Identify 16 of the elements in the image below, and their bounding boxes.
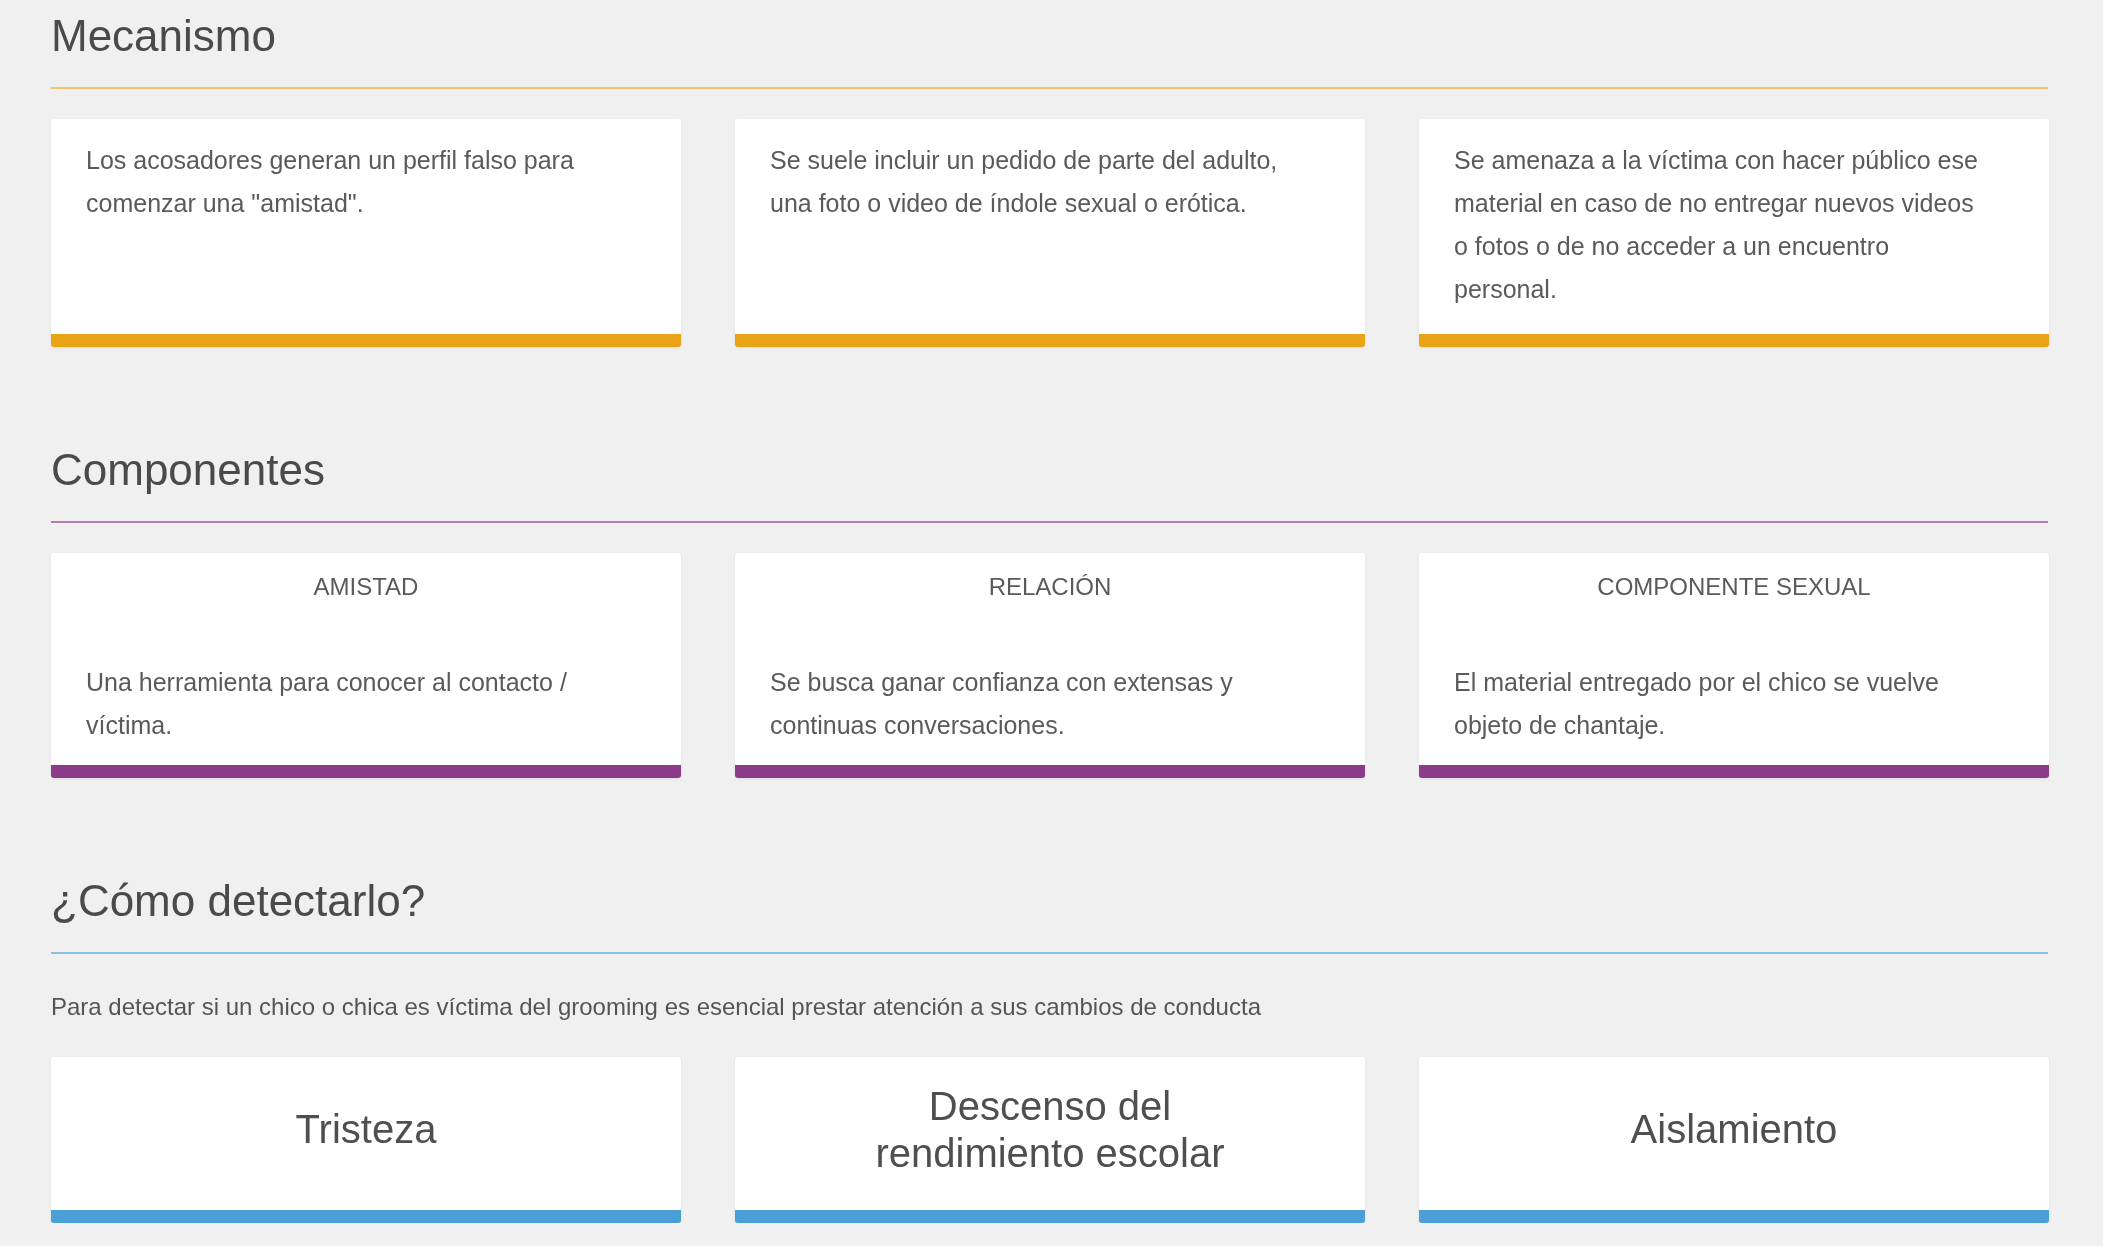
card-title: RELACIÓN [987,572,1113,602]
card-text: El material entregado por el chico se vuelve objeto de chantaje. [1454,667,1940,741]
card-title: COMPONENTE SEXUAL [1596,572,1872,602]
section-heading: Mecanismo [51,0,2048,89]
card-label: Descenso del rendimiento escolar [874,1082,1226,1177]
card-text: Una herramienta para conocer al contacto / víctima. [86,667,568,741]
card-title: AMISTAD [312,572,420,602]
section-heading: Componentes [51,434,2048,523]
card-label: Aislamiento [1629,1106,1839,1153]
card-text: Los acosadores generan un perfil falso para comenzar una "amistad". [86,145,575,219]
card-text: Se amenaza a la víctima con hacer público ese material en caso de no entregar nuevos videos o fotos o de no acceder a un encuentro personal. [1454,145,1979,305]
intro-text: Para detectar si un chico o chica es víctima del grooming es esencial prestar atención a sus cambios de conducta [51,992,1262,1022]
card-text: Se suele incluir un pedido de parte del adulto, una foto o video de índole sexual o erótica. [770,145,1279,219]
section-heading: ¿Cómo detectarlo? [51,865,2048,954]
card-label: Tristeza [294,1106,438,1153]
card-text: Se busca ganar confianza con extensas y continuas conversaciones. [770,667,1234,741]
